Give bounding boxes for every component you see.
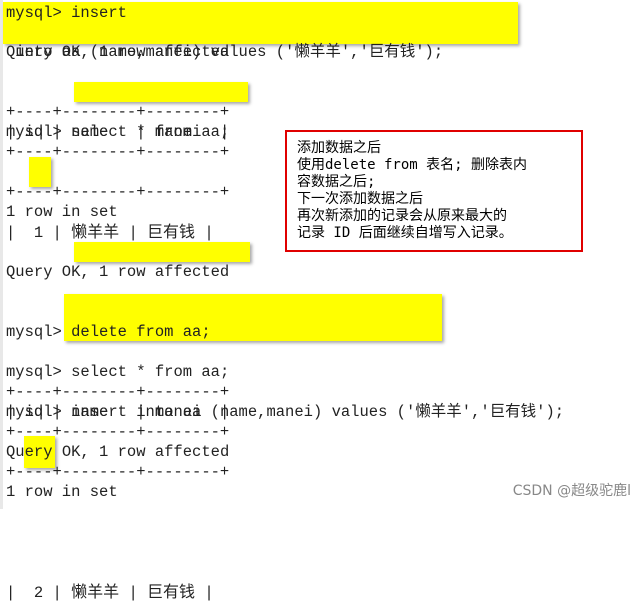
table-border: +----+--------+--------+: [6, 103, 230, 121]
table-border: +----+--------+--------+: [6, 463, 230, 481]
prompt-line: mysql> delete from aa;: [6, 322, 643, 342]
query-result: Query OK, 1 row affected: [6, 443, 230, 461]
prompt-line: mysql> insert: [6, 3, 643, 23]
prompt: mysql>: [6, 4, 72, 22]
sql-command: insert into aa (name,manei) values ('懒羊羊…: [71, 403, 565, 421]
table-border: +----+--------+--------+: [6, 383, 230, 401]
sql-command: select * from aa;: [71, 123, 230, 141]
watermark: CSDN @超级驼鹿l: [512, 483, 631, 499]
note-line: 添加数据之后: [297, 140, 381, 156]
left-edge: [0, 0, 3, 509]
prompt: mysql>: [6, 123, 72, 141]
table-row: | 2 | 懒羊羊 | 巨有钱 |: [6, 582, 214, 602]
cell-id: 2: [33, 584, 44, 602]
note-line: 使用delete from 表名; 删除表内: [297, 157, 528, 173]
sql-command: select * from aa;: [71, 363, 230, 381]
table-border: +----+--------+--------+: [6, 183, 230, 201]
cell-manei: 巨有钱: [147, 582, 196, 601]
row-count: 1 row in set: [6, 203, 118, 221]
cell-name: 懒羊羊: [71, 222, 120, 241]
sql-command-continued: into aa (name,manei) values ('懒羊羊','巨有钱'…: [6, 43, 444, 61]
note-line: 容数据之后;: [297, 174, 376, 190]
table-row: | 1 | 懒羊羊 | 巨有钱 |: [6, 222, 214, 242]
sql-command: delete from aa;: [71, 323, 211, 341]
prompt: mysql>: [6, 363, 72, 381]
prompt-line: mysql> select * from aa;: [6, 122, 643, 142]
query-result: Query OK, 1 row affected: [6, 263, 230, 281]
cell-manei: 巨有钱: [147, 222, 196, 241]
prompt: mysql>: [6, 403, 72, 421]
note-line: 下一次添加数据之后: [297, 191, 423, 207]
prompt: mysql>: [6, 323, 72, 341]
highlight-select-1: [74, 82, 248, 102]
cell-id: 1: [33, 224, 44, 242]
cell-name: 懒羊羊: [71, 582, 120, 601]
row-count: 1 row in set: [6, 483, 118, 501]
sql-command: insert: [71, 4, 127, 22]
highlight-delete: [74, 242, 250, 262]
prompt-line: mysql> insert into aa (name,manei) value…: [6, 402, 643, 422]
prompt-line: mysql> select * from aa;: [6, 362, 229, 382]
